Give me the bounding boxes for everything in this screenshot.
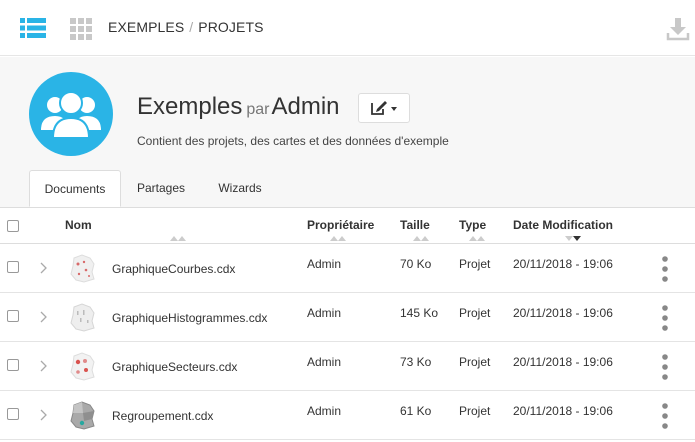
title-by-word: par — [246, 101, 270, 118]
download-icon[interactable] — [666, 17, 690, 41]
edit-icon — [371, 101, 397, 115]
tab-wizards[interactable]: Wizards — [206, 170, 274, 207]
vertical-dots-icon[interactable] — [660, 403, 670, 429]
column-header-proprietaire[interactable]: Propriétaire — [307, 218, 374, 232]
chevron-right-icon[interactable] — [38, 409, 48, 421]
table-row[interactable]: GraphiqueHistogrammes.cdx Admin 145 Ko P… — [0, 293, 695, 342]
row-size: 73 Ko — [400, 355, 432, 369]
tab-documents[interactable]: Documents — [29, 170, 121, 207]
sort-arrows-icon[interactable] — [328, 235, 348, 241]
breadcrumb: EXEMPLES / PROJETS — [108, 19, 264, 35]
sort-arrows-icon[interactable] — [168, 235, 188, 241]
sort-arrows-icon[interactable] — [411, 235, 431, 241]
table-header: Nom Propriétaire Taille Type Date Modifi… — [0, 207, 695, 244]
row-date: 20/11/2018 - 19:06 — [513, 404, 613, 418]
breadcrumb-separator: / — [189, 19, 194, 35]
chevron-right-icon[interactable] — [38, 262, 48, 274]
breadcrumb-current: PROJETS — [198, 19, 264, 35]
user-group-icon — [29, 72, 113, 156]
grid-icon[interactable] — [70, 18, 92, 40]
vertical-dots-icon[interactable] — [660, 354, 670, 380]
row-checkbox[interactable] — [7, 261, 19, 273]
documents-table: Nom Propriétaire Taille Type Date Modifi… — [0, 207, 695, 440]
vertical-dots-icon[interactable] — [660, 305, 670, 331]
project-title: Exemples parAdmin — [137, 93, 340, 121]
table-row[interactable]: GraphiqueCourbes.cdx Admin 70 Ko Projet … — [0, 244, 695, 293]
tab-partages[interactable]: Partages — [126, 170, 196, 207]
vertical-dots-icon[interactable] — [660, 256, 670, 282]
chevron-right-icon[interactable] — [38, 360, 48, 372]
row-checkbox[interactable] — [7, 359, 19, 371]
row-name[interactable]: GraphiqueHistogrammes.cdx — [112, 311, 267, 325]
column-header-date-modification[interactable]: Date Modification — [513, 218, 613, 232]
row-owner: Admin — [307, 404, 342, 418]
sort-descending-icon[interactable] — [563, 235, 583, 241]
row-size: 70 Ko — [400, 257, 432, 271]
row-date: 20/11/2018 - 19:06 — [513, 257, 613, 271]
row-checkbox[interactable] — [7, 408, 19, 420]
breadcrumb-root[interactable]: EXEMPLES — [108, 19, 184, 35]
row-owner: Admin — [307, 355, 342, 369]
row-name[interactable]: GraphiqueSecteurs.cdx — [112, 360, 237, 374]
row-type: Projet — [459, 404, 491, 418]
top-bar: EXEMPLES / PROJETS — [0, 0, 695, 56]
france-map-thumbnail-icon — [70, 254, 95, 283]
table-row[interactable]: Regroupement.cdx Admin 61 Ko Projet 20/1… — [0, 391, 695, 440]
column-header-nom[interactable]: Nom — [65, 218, 92, 232]
row-owner: Admin — [307, 257, 342, 271]
column-header-taille[interactable]: Taille — [400, 218, 430, 232]
row-size: 61 Ko — [400, 404, 432, 418]
sort-arrows-icon[interactable] — [467, 235, 487, 241]
row-type: Projet — [459, 257, 491, 271]
france-map-thumbnail-icon — [70, 303, 95, 332]
column-header-type[interactable]: Type — [459, 218, 486, 232]
row-date: 20/11/2018 - 19:06 — [513, 306, 613, 320]
row-size: 145 Ko — [400, 306, 439, 320]
chevron-right-icon[interactable] — [38, 311, 48, 323]
row-name[interactable]: Regroupement.cdx — [112, 409, 213, 423]
list-menu-icon[interactable] — [20, 18, 46, 38]
france-map-thumbnail-icon — [70, 352, 95, 381]
table-row[interactable]: GraphiqueSecteurs.cdx Admin 73 Ko Projet… — [0, 342, 695, 391]
project-owner: Admin — [271, 93, 340, 120]
row-owner: Admin — [307, 306, 342, 320]
project-name: Exemples — [137, 93, 243, 120]
tab-bar: Documents Partages Wizards — [0, 170, 695, 207]
select-all-checkbox[interactable] — [7, 220, 19, 232]
row-type: Projet — [459, 355, 491, 369]
row-date: 20/11/2018 - 19:06 — [513, 355, 613, 369]
project-description: Contient des projets, des cartes et des … — [137, 134, 449, 148]
row-name[interactable]: GraphiqueCourbes.cdx — [112, 262, 235, 276]
edit-dropdown-button[interactable] — [358, 93, 410, 123]
row-checkbox[interactable] — [7, 310, 19, 322]
row-type: Projet — [459, 306, 491, 320]
france-map-thumbnail-icon — [70, 401, 95, 430]
